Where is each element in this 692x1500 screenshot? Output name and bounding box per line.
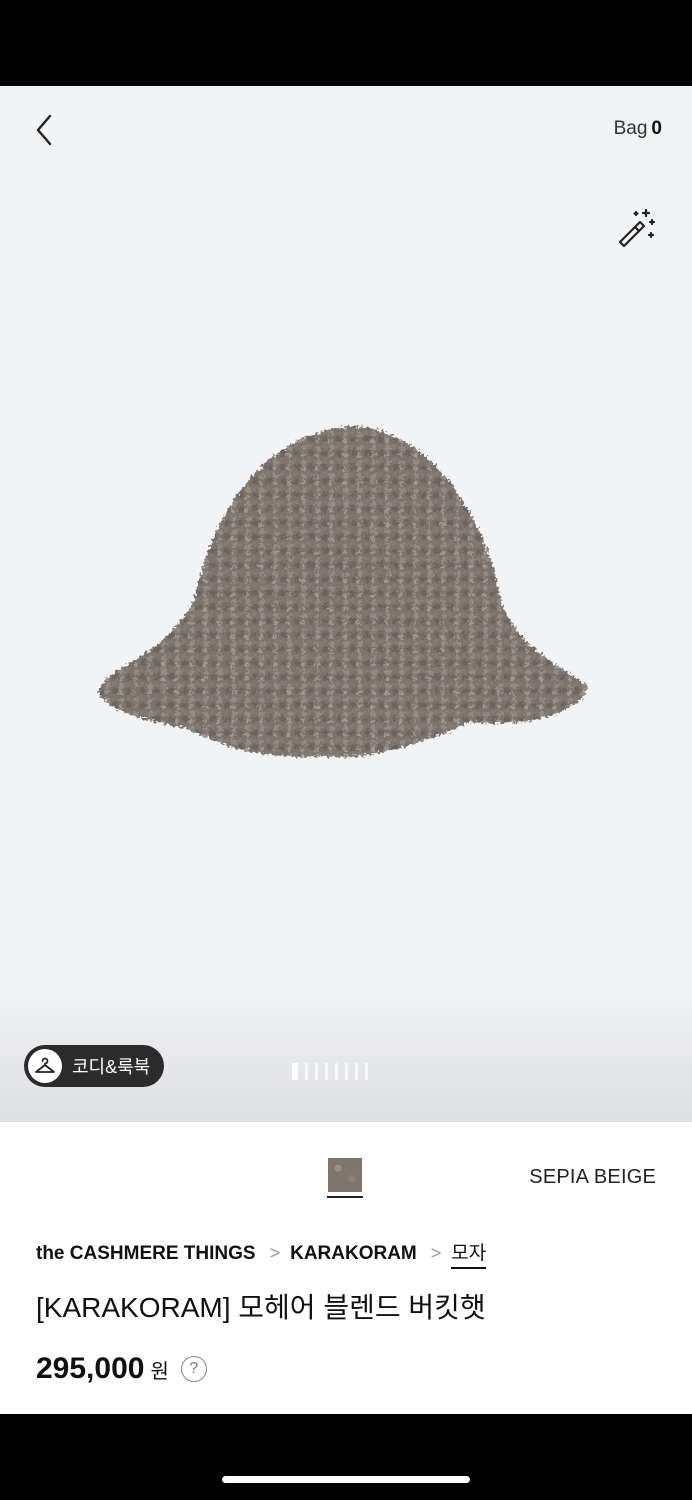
price-currency: 원: [150, 1360, 169, 1383]
bag-count: 0: [651, 118, 662, 139]
breadcrumb: the CASHMERE THINGS > KARAKORAM > 모자: [36, 1238, 487, 1269]
product-photo-bucket-hat: [98, 426, 588, 758]
breadcrumb-category[interactable]: 모자: [451, 1238, 487, 1269]
page-indicator-dot: [325, 1063, 328, 1080]
breadcrumb-brand[interactable]: the CASHMERE THINGS: [36, 1243, 256, 1265]
bag-label: Bag: [613, 118, 648, 139]
magic-wand-icon: [618, 208, 656, 248]
page-indicator-dot: [292, 1063, 298, 1080]
selected-color-name: SEPIA BEIGE: [529, 1166, 656, 1188]
gallery-page-indicator: [292, 1063, 368, 1080]
price-row: 295,000 원 ?: [36, 1352, 207, 1386]
product-title: [KARAKORAM] 모헤어 블렌드 버킷햇: [36, 1292, 486, 1323]
product-price: 295,000: [36, 1352, 145, 1385]
page-indicator-dot: [355, 1063, 358, 1080]
breadcrumb-collection[interactable]: KARAKORAM: [290, 1243, 417, 1265]
back-button[interactable]: [28, 112, 64, 148]
page-indicator-dot: [345, 1063, 348, 1080]
coordi-lookbook-label: 코디&룩북: [72, 1057, 151, 1077]
page-indicator-dot: [335, 1063, 338, 1080]
bottom-safe-area: [0, 1414, 692, 1500]
status-bar: [0, 0, 692, 86]
price-help-icon[interactable]: ?: [180, 1356, 207, 1382]
hanger-icon: [28, 1049, 62, 1083]
chevron-right-icon: >: [430, 1243, 442, 1263]
page-indicator-dot: [315, 1063, 318, 1080]
swatch-selected-underline: [327, 1196, 363, 1198]
bag-button[interactable]: Bag 0: [614, 118, 662, 140]
chevron-right-icon: >: [269, 1243, 281, 1263]
color-swatch-image: [328, 1158, 362, 1192]
chevron-left-icon: [36, 114, 52, 146]
coordi-lookbook-button[interactable]: 코디&룩북: [24, 1045, 165, 1087]
magic-wand-button[interactable]: [614, 206, 658, 250]
product-image-gallery[interactable]: Bag 0 코디&룩북: [0, 86, 692, 1122]
product-info-panel: SEPIA BEIGE the CASHMERE THINGS > KARAKO…: [0, 1122, 692, 1414]
page-indicator-dot: [365, 1063, 368, 1080]
page-indicator-dot: [305, 1063, 308, 1080]
color-swatch-selected[interactable]: [327, 1158, 363, 1198]
home-indicator[interactable]: [222, 1476, 470, 1483]
